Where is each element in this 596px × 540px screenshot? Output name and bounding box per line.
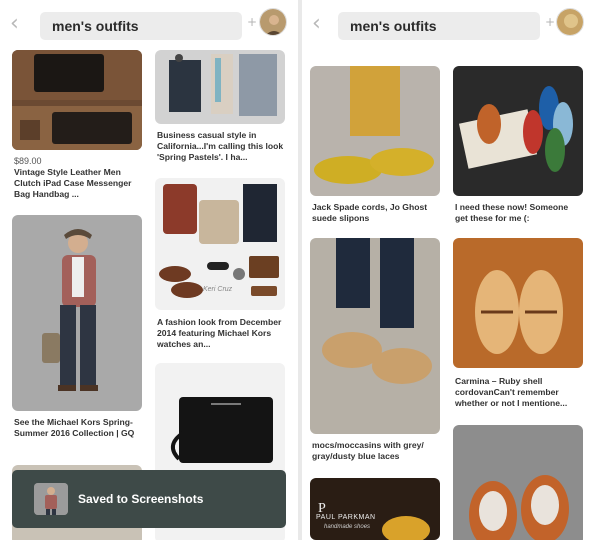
pin-image[interactable]: Keri Cruz: [155, 178, 285, 310]
price-label: $89.00: [14, 156, 42, 166]
pin-card[interactable]: [453, 425, 583, 540]
pin-image[interactable]: [310, 66, 440, 196]
top-bar: ‹ men's outfits +: [302, 0, 596, 50]
pin-image[interactable]: [155, 50, 285, 124]
watermark-text: Keri Cruz: [203, 286, 233, 293]
pin-caption: Vintage Style Leather Men Clutch iPad Ca…: [14, 167, 132, 199]
pin-card[interactable]: Keri Cruz A fashion look from December 2…: [155, 178, 285, 358]
pin-card[interactable]: Jack Spade cords, Jo Ghost suede slipons: [310, 66, 440, 226]
chevron-left-icon[interactable]: ‹: [312, 13, 332, 35]
pin-image[interactable]: [12, 50, 142, 150]
pin-card[interactable]: mocs/moccasins with grey/ gray/dusty blu…: [310, 238, 440, 468]
pin-caption: mocs/moccasins with grey/ gray/dusty blu…: [312, 440, 424, 461]
avatar[interactable]: [259, 8, 287, 36]
pin-caption: Jack Spade cords, Jo Ghost suede slipons: [312, 202, 428, 223]
toast-thumbnail: [34, 483, 68, 515]
search-input[interactable]: men's outfits: [40, 12, 242, 40]
saved-toast[interactable]: Saved to Screenshots: [12, 470, 286, 528]
pin-card[interactable]: I need these now! Someone get these for …: [453, 66, 583, 226]
brand-label: PAUL PARKMAN: [316, 514, 376, 521]
pin-caption: I need these now! Someone get these for …: [455, 202, 569, 223]
pin-caption: Business casual style in California...I'…: [157, 130, 284, 162]
left-screen: ‹ men's outfits + $89.00 Vintage Style L…: [0, 0, 298, 540]
pin-caption: See the Michael Kors Spring-Summer 2016 …: [14, 417, 135, 438]
pin-image[interactable]: P PAUL PARKMAN handmade shoes: [310, 478, 440, 540]
pin-image[interactable]: [453, 66, 583, 196]
toast-message: Saved to Screenshots: [78, 492, 204, 506]
pin-image[interactable]: [12, 215, 142, 411]
avatar[interactable]: [556, 8, 584, 36]
brand-sublabel: handmade shoes: [324, 524, 371, 530]
pin-card[interactable]: $89.00 Vintage Style Leather Men Clutch …: [12, 50, 142, 199]
plus-icon[interactable]: +: [545, 15, 555, 29]
plus-icon[interactable]: +: [247, 15, 257, 29]
pin-image[interactable]: [453, 238, 583, 368]
pin-caption: A fashion look from December 2014 featur…: [157, 317, 282, 349]
pin-caption: Carmina – Ruby shell cordovanCan't remem…: [455, 376, 568, 408]
pin-card[interactable]: Carmina – Ruby shell cordovanCan't remem…: [453, 238, 583, 418]
pin-image[interactable]: [310, 238, 440, 434]
pin-card[interactable]: See the Michael Kors Spring-Summer 2016 …: [12, 215, 142, 455]
top-bar: ‹ men's outfits +: [0, 0, 298, 50]
right-screen: ‹ men's outfits + Jack Spade cords, Jo G…: [302, 0, 596, 540]
chevron-left-icon[interactable]: ‹: [10, 13, 30, 35]
pin-card[interactable]: P PAUL PARKMAN handmade shoes: [310, 478, 440, 540]
search-input[interactable]: men's outfits: [338, 12, 540, 40]
pin-image[interactable]: [453, 425, 583, 540]
pin-card[interactable]: Business casual style in California...I'…: [155, 50, 285, 170]
